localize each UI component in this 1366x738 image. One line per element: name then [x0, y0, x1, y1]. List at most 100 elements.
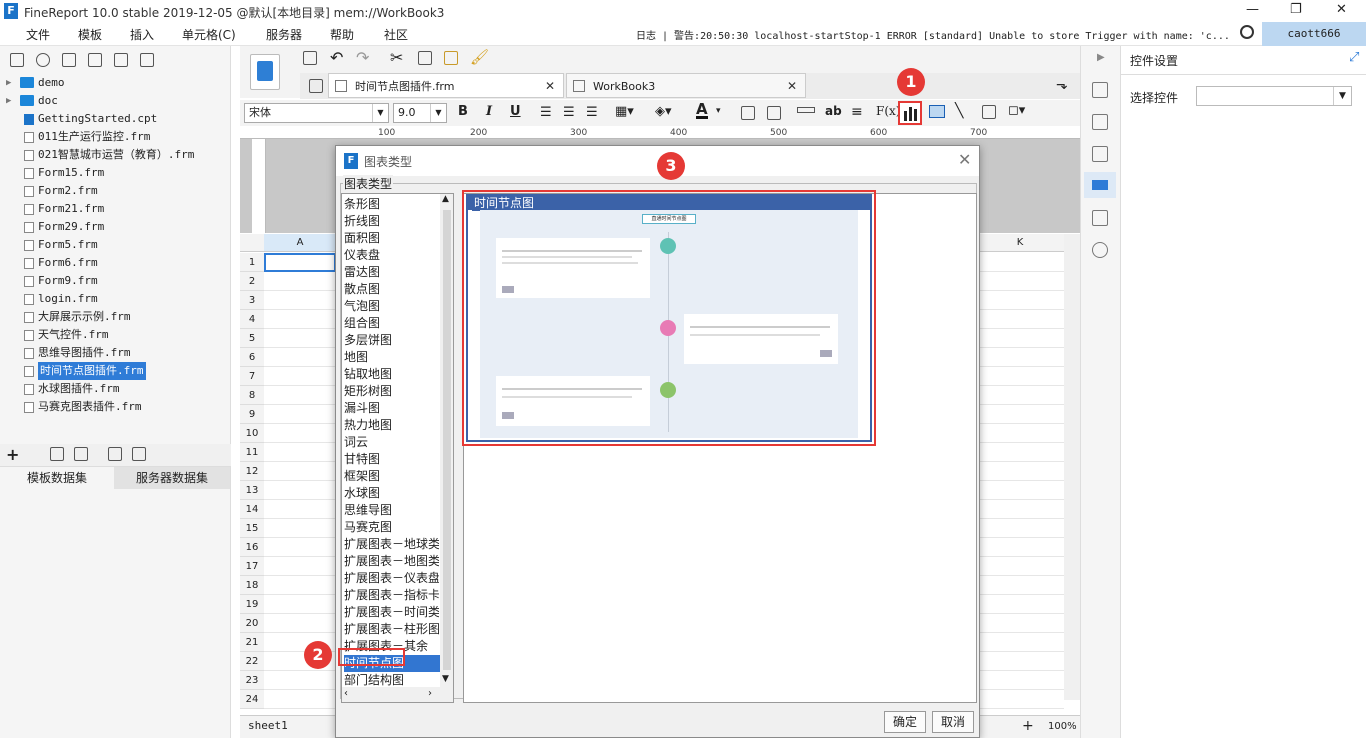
menu-insert[interactable]: 插入 — [130, 26, 154, 43]
row-header[interactable]: 19 — [240, 595, 264, 614]
split-cells-icon[interactable] — [767, 106, 781, 120]
row-header[interactable]: 6 — [240, 348, 264, 367]
sub-report-icon[interactable] — [982, 105, 996, 119]
row-header[interactable]: 21 — [240, 633, 264, 652]
row-header[interactable]: 8 — [240, 386, 264, 405]
undo-icon[interactable]: ↶ — [330, 48, 343, 67]
merge-cells-icon[interactable] — [741, 106, 755, 120]
border-icon[interactable]: ▦▾ — [615, 104, 634, 119]
chart-type-item[interactable]: 马赛克图 — [344, 519, 439, 536]
italic-button[interactable]: I — [486, 104, 492, 119]
zoom-in-icon[interactable]: + — [1022, 718, 1034, 734]
close-button[interactable]: ✕ — [1336, 2, 1347, 17]
tab-time-node-frm[interactable]: 时间节点图插件.frm ✕ — [328, 73, 564, 98]
widget-icon[interactable] — [1092, 146, 1108, 162]
chart-type-item[interactable]: 词云 — [344, 434, 439, 451]
underline-button[interactable]: U — [510, 104, 521, 119]
tab-template-dataset[interactable]: 模板数据集 — [0, 467, 114, 489]
row-header[interactable]: 2 — [240, 272, 264, 291]
scroll-down-icon[interactable]: ▼ — [442, 674, 449, 684]
row-header[interactable]: 22 — [240, 652, 264, 671]
menu-community[interactable]: 社区 — [384, 26, 408, 43]
bold-button[interactable]: B — [458, 104, 468, 119]
list-scrollbar[interactable]: ▲ ▼ — [440, 194, 453, 687]
row-header[interactable]: 20 — [240, 614, 264, 633]
slash-icon[interactable]: ╲ — [955, 103, 963, 119]
align-right-icon[interactable]: ☰ — [586, 105, 598, 120]
file-tree-item[interactable]: ▶ demo — [0, 74, 231, 92]
horizontal-scrollbar[interactable]: ‹ › — [342, 687, 453, 702]
expand-icon[interactable]: ⤢ — [1349, 50, 1359, 65]
add-dataset-icon[interactable]: + — [6, 445, 19, 464]
hyperlink-icon[interactable] — [1092, 242, 1108, 258]
font-family-select[interactable]: 宋体 ▼ — [244, 103, 389, 123]
chart-type-item[interactable]: 水球图 — [344, 485, 439, 502]
chart-type-item[interactable]: 甘特图 — [344, 451, 439, 468]
delete-icon[interactable] — [114, 53, 128, 67]
file-tree-item[interactable]: GettingStarted.cpt — [0, 110, 231, 128]
expand-arrow-icon[interactable]: ▶ — [6, 92, 11, 110]
chart-type-item[interactable]: 钻取地图 — [344, 366, 439, 383]
chart-type-item[interactable]: 地图 — [344, 349, 439, 366]
chart-type-item[interactable]: 矩形树图 — [344, 383, 439, 400]
menu-help[interactable]: 帮助 — [330, 26, 354, 43]
row-header[interactable]: 11 — [240, 443, 264, 462]
menu-server[interactable]: 服务器 — [266, 26, 302, 43]
font-size-select[interactable]: 9.0 ▼ — [393, 103, 447, 123]
column-header-a[interactable]: A — [264, 234, 336, 251]
row-header[interactable]: 3 — [240, 291, 264, 310]
chart-type-item[interactable]: 散点图 — [344, 281, 439, 298]
search-icon[interactable] — [1240, 25, 1254, 39]
file-tree-item[interactable]: 思维导图插件.frm — [0, 344, 231, 362]
row-header[interactable]: 16 — [240, 538, 264, 557]
column-header-k[interactable]: K — [980, 234, 1060, 251]
chart-type-item[interactable]: 扩展图表－柱形图 — [344, 621, 439, 638]
chart-type-item[interactable]: 扩展图表－地图类 — [344, 553, 439, 570]
preview-dataset-icon[interactable] — [108, 447, 122, 461]
file-tree-item[interactable]: Form5.frm — [0, 236, 231, 254]
close-tab-icon[interactable]: ✕ — [787, 74, 797, 99]
file-tree-item[interactable]: 天气控件.frm — [0, 326, 231, 344]
file-tree-item[interactable]: 011生产运行监控.frm — [0, 128, 231, 146]
vertical-scrollbar[interactable] — [1064, 234, 1080, 700]
align-center-icon[interactable]: ☰ — [563, 105, 575, 120]
menu-template[interactable]: 模板 — [78, 26, 102, 43]
row-header[interactable]: 5 — [240, 329, 264, 348]
copy-icon[interactable] — [140, 53, 154, 67]
chevron-down-icon[interactable]: ▾ — [716, 106, 721, 116]
dialog-close-icon[interactable]: ✕ — [958, 150, 971, 169]
select-widget-dropdown[interactable]: ▼ — [1196, 86, 1352, 106]
ok-button[interactable]: 确定 — [884, 711, 926, 733]
collapse-arrow-icon[interactable]: ▶ — [1097, 52, 1105, 63]
insert-text-icon[interactable]: ab — [825, 104, 842, 118]
chart-type-item[interactable]: 扩展图表－仪表盘 — [344, 570, 439, 587]
file-tree-item[interactable]: Form6.frm — [0, 254, 231, 272]
chart-type-item[interactable]: 漏斗图 — [344, 400, 439, 417]
row-header[interactable]: 14 — [240, 500, 264, 519]
log-line[interactable]: 日志 | 警告:20:50:30 localhost-startStop-1 E… — [636, 27, 1236, 42]
template-type-icon[interactable] — [250, 54, 280, 90]
chart-type-item[interactable]: 面积图 — [344, 230, 439, 247]
expand-arrow-icon[interactable]: ▶ — [6, 74, 11, 92]
chart-type-item[interactable]: 组合图 — [344, 315, 439, 332]
restore-button[interactable]: ❐ — [1290, 2, 1302, 17]
format-painter-icon[interactable]: 🖌 — [470, 48, 489, 66]
row-header[interactable]: 23 — [240, 671, 264, 690]
row-header[interactable]: 7 — [240, 367, 264, 386]
widget-settings-tab[interactable] — [1084, 172, 1116, 198]
row-header[interactable]: 12 — [240, 462, 264, 481]
file-tree-item[interactable]: Form29.frm — [0, 218, 231, 236]
chart-type-list[interactable]: 条形图 折线图 面积图 仪表盘 雷达图 散点图 气泡图 组合图 多层饼图 地图 钻取地图 矩形树图 漏斗… — [341, 193, 454, 703]
insert-formula-icon[interactable]: F(x) — [876, 104, 900, 118]
file-tree-item[interactable]: Form21.frm — [0, 200, 231, 218]
row-header[interactable]: 15 — [240, 519, 264, 538]
insert-image-icon[interactable] — [929, 105, 945, 118]
chart-type-item[interactable]: 扩展图表－地球类 — [344, 536, 439, 553]
file-tree-item[interactable]: 021智慧城市运营（教育）.frm — [0, 146, 231, 164]
grid-tab-icon[interactable] — [309, 79, 323, 93]
chart-type-item[interactable]: 条形图 — [344, 196, 439, 213]
save-icon[interactable] — [303, 51, 317, 65]
chart-type-item[interactable]: 气泡图 — [344, 298, 439, 315]
scroll-thumb[interactable] — [443, 210, 451, 670]
file-tree-item[interactable]: login.frm — [0, 290, 231, 308]
